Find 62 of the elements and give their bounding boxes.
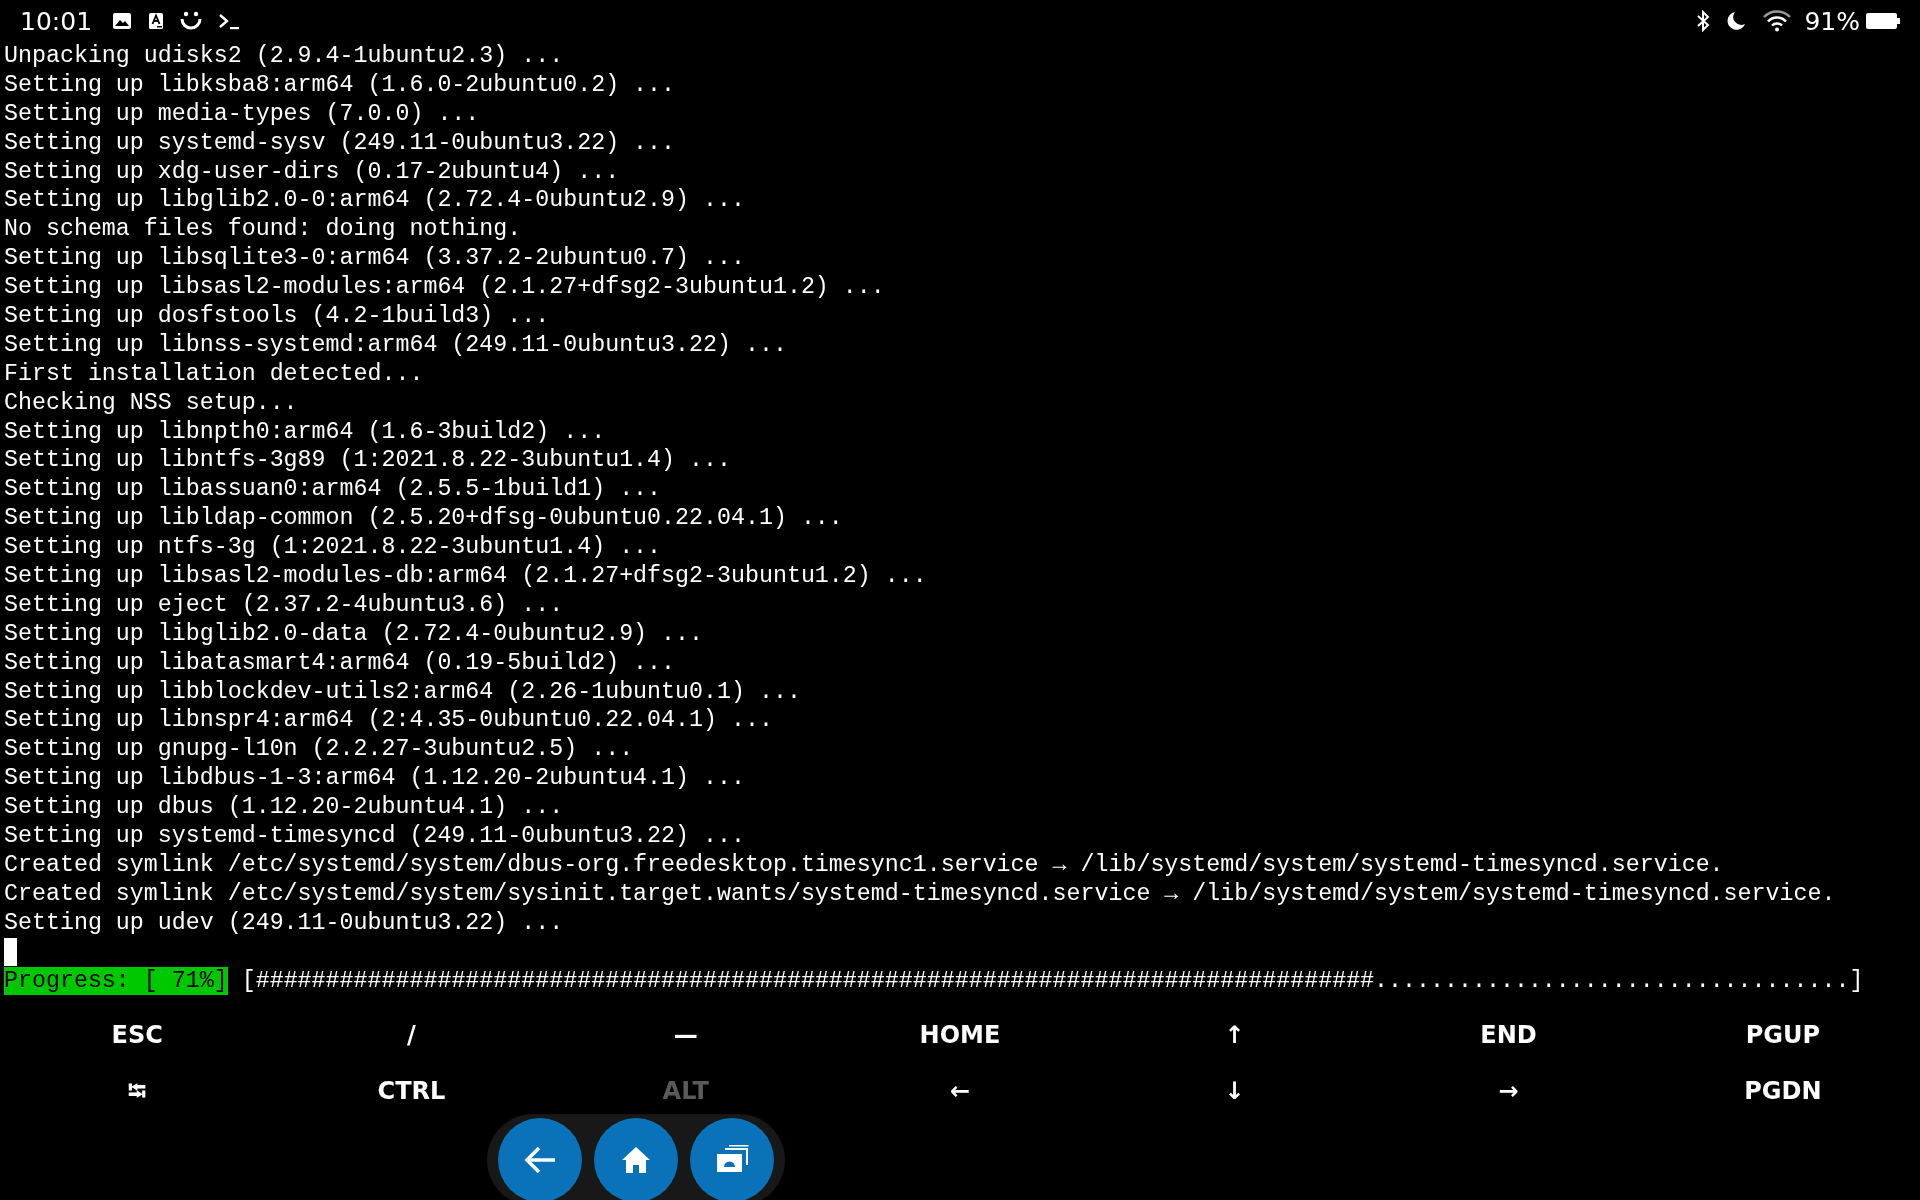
terminal-line: Setting up dbus (1.12.20-2ubuntu4.1) ... <box>4 793 565 823</box>
terminal-line: Setting up xdg-user-dirs (0.17-2ubuntu4) ... <box>4 157 621 187</box>
moon-icon <box>1726 11 1747 31</box>
terminal-line: No schema files found: doing nothing. <box>4 215 523 245</box>
terminal-line: Setting up eject (2.37.2-4ubuntu3.6) ... <box>4 590 565 620</box>
terminal-line: Setting up libnpth0:arm64 (1.6-3build2) ... <box>4 417 607 447</box>
terminal-line: Setting up gnupg-l10n (2.2.27-3ubuntu2.5) ... <box>4 735 635 765</box>
extra-key[interactable]: ESC <box>101 1021 173 1050</box>
image-icon <box>112 12 133 30</box>
terminal-line: Setting up media-types (7.0.0) ... <box>4 99 481 129</box>
keyboard-letter-icon <box>148 12 165 30</box>
terminal-prompt-icon <box>218 12 241 30</box>
terminal-line: Setting up udev (249.11-0ubuntu3.22) ... <box>4 908 565 938</box>
extra-key[interactable]: HOME <box>909 1021 1011 1050</box>
battery-percent: 91% <box>1804 6 1860 36</box>
terminal-line: First installation detected... <box>4 359 425 389</box>
terminal-line: Setting up libassuan0:arm64 (2.5.5-1build1) ... <box>4 475 663 505</box>
wifi-icon <box>1762 10 1793 32</box>
extra-key[interactable]: PGDN <box>1734 1077 1832 1106</box>
smile-icon <box>180 11 203 31</box>
extra-key[interactable]: CTRL <box>367 1077 456 1106</box>
extra-key[interactable]: — <box>663 1021 708 1050</box>
extra-key[interactable]: END <box>1470 1021 1547 1050</box>
house-icon <box>620 1145 652 1175</box>
progress-bar-text: [################################################################################..................................] <box>241 966 1864 996</box>
progress-label: Progress: [ 71%] <box>4 966 228 996</box>
terminal-line: Setting up libblockdev-utils2:arm64 (2.26-1ubuntu0.1) ... <box>4 677 802 707</box>
terminal-line: Setting up ntfs-3g (1:2021.8.22-3ubuntu1.4) ... <box>4 533 663 563</box>
terminal-line: Setting up libsasl2-modules-db:arm64 (2.1.27+dfsg2-3ubuntu1.2) ... <box>4 562 928 591</box>
terminal-line: Created symlink /etc/systemd/system/sysinit.target.wants/systemd-timesyncd.service → /lib/systemd/system/systemd-timesyncd.service. <box>4 879 1837 909</box>
extra-key[interactable]: ↑ <box>1214 1021 1255 1050</box>
terminal-line: Setting up libksba8:arm64 (1.6.0-2ubuntu0.2) ... <box>4 70 677 100</box>
terminal-line: Setting up systemd-sysv (249.11-0ubuntu3.22) ... <box>4 128 677 158</box>
extra-key[interactable]: ← <box>939 1077 981 1106</box>
extra-key[interactable]: / <box>397 1021 426 1050</box>
terminal-line: Setting up libsasl2-modules:arm64 (2.1.27+dfsg2-3ubuntu1.2) ... <box>4 273 886 302</box>
terminal-line: Setting up libglib2.0-0:arm64 (2.72.4-0ubuntu2.9) ... <box>4 186 746 216</box>
extra-key[interactable]: ↓ <box>1214 1077 1255 1106</box>
terminal-line: Setting up libglib2.0-data (2.72.4-0ubuntu2.9) ... <box>4 619 705 649</box>
battery-icon <box>1866 13 1900 29</box>
terminal-line: Setting up libdbus-1-3:arm64 (1.12.20-2ubuntu4.1) ... <box>4 764 746 794</box>
terminal-line: Setting up libldap-common (2.5.20+dfsg-0ubuntu0.22.04.1) ... <box>4 504 844 534</box>
extra-key[interactable]: → <box>1488 1077 1529 1106</box>
terminal-line: Setting up libntfs-3g89 (1:2021.8.22-3ubuntu1.4) ... <box>4 446 732 476</box>
terminal-line: Setting up libatasmart4:arm64 (0.19-5build2) ... <box>4 648 677 678</box>
terminal-line: Checking NSS setup... <box>4 388 299 418</box>
text-cursor <box>4 937 17 966</box>
terminal-line: Created symlink /etc/systemd/system/dbus-org.freedesktop.timesync1.service → /lib/systemd/system/systemd-timesyncd.service. <box>4 850 1725 880</box>
bluetooth-icon <box>1696 10 1711 32</box>
terminal-line: Setting up libsqlite3-0:arm64 (3.37.2-2ubuntu0.7) ... <box>4 244 746 274</box>
terminal-line: Setting up libnss-systemd:arm64 (249.11-0ubuntu3.22) ... <box>4 330 788 360</box>
terminal-line: Unpacking udisks2 (2.9.4-1ubuntu2.3) ... <box>4 42 565 71</box>
terminal-line: Setting up libnspr4:arm64 (2:4.35-0ubuntu0.22.04.1) ... <box>4 706 774 736</box>
terminal-line: Setting up systemd-timesyncd (249.11-0ubuntu3.22) ... <box>4 822 746 851</box>
extra-key[interactable]: ⭾ <box>118 1077 157 1106</box>
recent-apps-button[interactable] <box>690 1118 774 1200</box>
back-button[interactable] <box>498 1118 582 1200</box>
extra-key[interactable]: PGUP <box>1735 1021 1831 1050</box>
status-time: 10:01 <box>20 6 93 36</box>
terminal-line: Setting up dosfstools (4.2-1build3) ... <box>4 302 551 331</box>
arrow-left-icon <box>523 1145 557 1175</box>
stacked-windows-icon <box>715 1145 749 1175</box>
